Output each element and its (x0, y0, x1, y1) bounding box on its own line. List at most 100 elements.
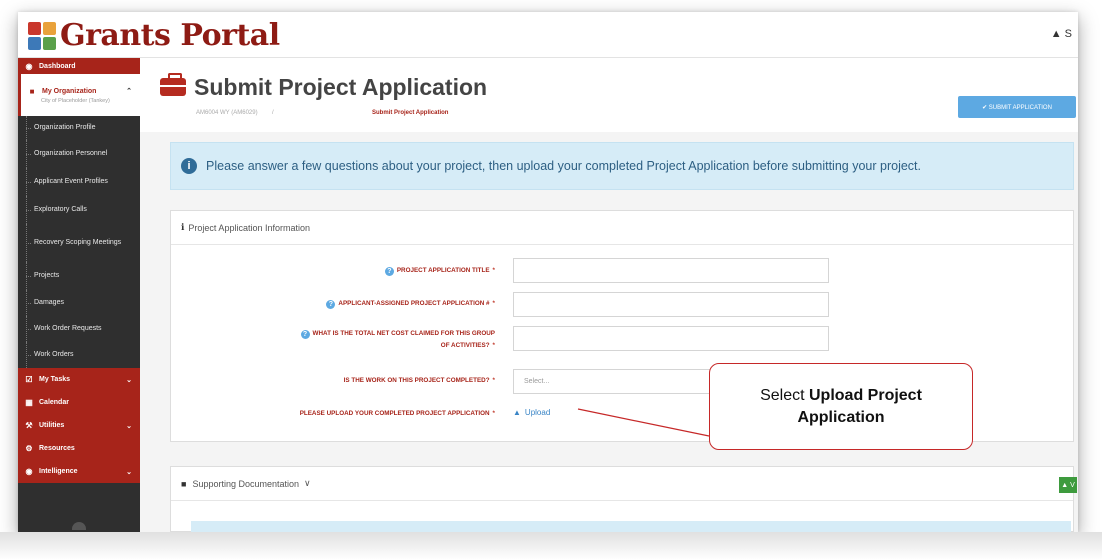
project-number-input[interactable] (513, 292, 829, 317)
breadcrumb-current: Submit Project Application (372, 110, 449, 116)
upload-application-label: PLEASE UPLOAD YOUR COMPLETED PROJECT APP… (300, 408, 495, 420)
chevron-down-icon: ∨ (304, 478, 311, 488)
sidebar-item-organization-personnel[interactable]: Organization Personnel (18, 140, 140, 168)
document-icon: ■ (181, 478, 187, 489)
upload-link-text: Upload (524, 408, 551, 417)
annotation-callout: Select Upload Project Application (709, 363, 973, 450)
sidebar-item-label: My Tasks (39, 376, 70, 383)
field-label-text: PLEASE UPLOAD YOUR COMPLETED PROJECT APP… (299, 410, 490, 417)
sidebar-item-label: Recovery Scoping Meetings (34, 239, 122, 246)
supporting-documentation-panel: ■ Supporting Documentation ∨ ▲ V (170, 466, 1077, 532)
sidebar-item-label: Projects (34, 272, 60, 279)
submit-application-button[interactable]: ✔ SUBMIT APPLICATION (958, 96, 1076, 118)
sidebar-item-my-organization[interactable]: ■ My Organization ⌃ City of Placeholder … (18, 74, 140, 116)
sidebar-item-projects[interactable]: Projects (18, 262, 140, 290)
sidebar-item-label: Utilities (39, 422, 65, 429)
sidebar-item-label: Calendar (39, 399, 69, 406)
sidebar-item-label: Work Orders (34, 351, 74, 358)
sidebar-item-my-tasks[interactable]: ☑ My Tasks ⌄ (18, 368, 140, 391)
required-mark: * (492, 410, 495, 417)
sidebar-item-label: Resources (39, 445, 75, 452)
sidebar-item-label: Intelligence (39, 468, 78, 475)
field-label-text: WHAT IS THE TOTAL NET COST CLAIMED FOR T… (312, 330, 496, 349)
help-icon[interactable]: ? (384, 267, 394, 276)
sidebar-item-dashboard[interactable]: ◉ Dashboard (18, 58, 140, 74)
resources-icon: ⚙ (25, 444, 33, 453)
chevron-up-icon: ⌃ (126, 88, 132, 95)
wrench-icon: ⚒ (25, 421, 33, 430)
briefcase-icon (160, 73, 186, 96)
upload-link[interactable]: ▲ Upload (513, 408, 550, 417)
grants-portal-logo[interactable]: Grants Portal (28, 18, 280, 53)
supporting-info-banner (191, 521, 1071, 532)
net-cost-label: ? WHAT IS THE TOTAL NET COST CLAIMED FOR … (295, 328, 495, 352)
page-title: Submit Project Application (194, 74, 488, 100)
sidebar-collapse-handle[interactable] (72, 522, 86, 530)
project-title-input[interactable] (513, 258, 829, 283)
sidebar-item-resources[interactable]: ⚙ Resources (18, 437, 140, 460)
project-title-label: ? PROJECT APPLICATION TITLE * (384, 265, 495, 277)
sidebar-item-intelligence[interactable]: ◉ Intelligence ⌄ (18, 460, 140, 483)
callout-bold-text: Upload Project (809, 386, 922, 404)
net-cost-input[interactable] (513, 326, 829, 351)
sidebar-item-label: Organization Personnel (34, 150, 108, 157)
sidebar-item-recovery-scoping-meetings[interactable]: Recovery Scoping Meetings (18, 224, 140, 262)
upload-user-icon: ▲ (513, 408, 521, 417)
user-menu[interactable]: ▲ S (1051, 28, 1072, 40)
organization-icon: ■ (29, 86, 35, 96)
callout-line2: Application (797, 408, 885, 426)
sidebar-item-work-order-requests[interactable]: Work Order Requests (18, 316, 140, 342)
add-document-button[interactable]: ▲ V (1059, 477, 1077, 493)
callout-prefix: Select (760, 386, 805, 404)
app-window: Grants Portal ▲ S ◉ Dashboard ■ My Organ… (18, 12, 1078, 532)
logo-text: Grants Portal (60, 18, 280, 53)
panel-title: Supporting Documentation (192, 478, 300, 489)
organization-subtitle: City of Placeholder (Tankey) (41, 97, 110, 104)
field-label-text: IS THE WORK ON THIS PROJECT COMPLETED? (343, 377, 490, 384)
sidebar-item-label: Organization Profile (34, 124, 96, 131)
sidebar-item-calendar[interactable]: ▦ Calendar (18, 391, 140, 414)
info-banner: i Please answer a few questions about yo… (170, 142, 1074, 190)
sidebar-item-damages[interactable]: Damages (18, 290, 140, 316)
logo-icon (28, 21, 56, 50)
main-content: Submit Project Application AM6004 WY (AM… (140, 58, 1078, 532)
info-icon: i (181, 158, 197, 174)
sidebar: ◉ Dashboard ■ My Organization ⌃ City of … (18, 58, 140, 532)
sidebar-item-utilities[interactable]: ⚒ Utilities ⌄ (18, 414, 140, 437)
breadcrumb-separator: / (272, 110, 274, 116)
field-label-text: PROJECT APPLICATION TITLE (396, 267, 490, 274)
eye-icon: ◉ (25, 467, 33, 476)
panel-title: Project Application Information (188, 222, 310, 233)
breadcrumb-organization[interactable]: AM6004 WY (AM6029) (196, 110, 258, 116)
calendar-icon: ▦ (25, 398, 33, 407)
sidebar-item-label: Applicant Event Profiles (34, 178, 108, 185)
bottom-fade (0, 532, 1102, 560)
chevron-down-icon: ⌄ (126, 422, 132, 430)
sidebar-item-label: Dashboard (39, 62, 76, 70)
sidebar-item-work-orders[interactable]: Work Orders (18, 342, 140, 368)
panel-header[interactable]: ■ Supporting Documentation ∨ (171, 467, 1073, 501)
sidebar-item-label: Exploratory Calls (34, 206, 87, 213)
required-mark: * (492, 300, 495, 307)
top-header: Grants Portal ▲ S (18, 12, 1078, 58)
info-banner-text: Please answer a few questions about your… (206, 159, 921, 173)
sidebar-item-exploratory-calls[interactable]: Exploratory Calls (18, 196, 140, 224)
field-label-text: APPLICANT-ASSIGNED PROJECT APPLICATION # (338, 300, 490, 307)
chevron-down-icon: ⌄ (126, 376, 132, 384)
checkbox-icon: ☑ (25, 375, 33, 384)
dashboard-icon: ◉ (25, 61, 33, 71)
sidebar-item-label: Damages (34, 299, 64, 306)
info-small-icon: ℹ (181, 222, 185, 232)
panel-header: ℹ Project Application Information (171, 211, 1073, 245)
sidebar-item-label: My Organization (42, 87, 97, 95)
help-icon[interactable]: ? (300, 330, 310, 339)
chevron-down-icon: ⌄ (126, 468, 132, 476)
help-icon[interactable]: ? (326, 300, 336, 309)
sidebar-item-organization-profile[interactable]: Organization Profile (18, 116, 140, 140)
sidebar-item-applicant-event-profiles[interactable]: Applicant Event Profiles (18, 168, 140, 196)
work-completed-label: IS THE WORK ON THIS PROJECT COMPLETED? * (344, 375, 495, 387)
page-header: Submit Project Application AM6004 WY (AM… (140, 58, 1078, 132)
required-mark: * (492, 267, 495, 274)
required-mark: * (492, 377, 495, 384)
sidebar-item-label: Work Order Requests (34, 325, 102, 332)
